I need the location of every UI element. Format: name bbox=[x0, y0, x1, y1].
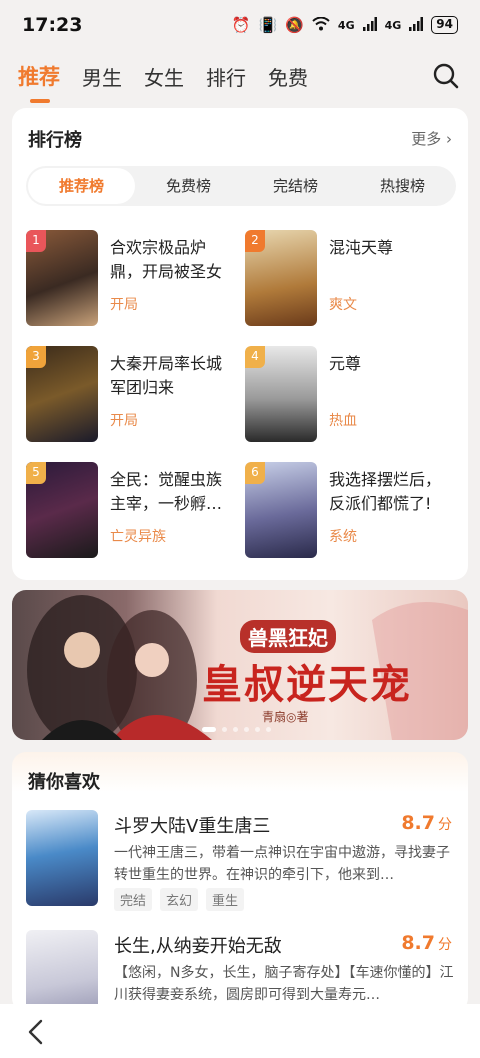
tab-hot-search-list[interactable]: 热搜榜 bbox=[349, 168, 456, 204]
tab-free-list[interactable]: 免费榜 bbox=[135, 168, 242, 204]
status-icons: ⏰ 📳 🔕 4G 4G 94 bbox=[232, 16, 458, 34]
book-title: 大秦开局率长城军团归来 bbox=[110, 354, 223, 397]
book-cover: 5 bbox=[26, 462, 98, 558]
guess-you-like-card: 猜你喜欢 斗罗大陆V重生唐三 8.7 分 一代神王唐三，带着一点神识在宇宙中遨游，… bbox=[12, 752, 468, 1026]
score-unit: 分 bbox=[438, 817, 452, 833]
ranking-card: 排行榜 更多 › 推荐榜 免费榜 完结榜 热搜榜 1 合欢宗极品炉鼎，开局被圣女… bbox=[12, 108, 468, 580]
book-cover: 4 bbox=[245, 346, 317, 442]
rank-badge: 4 bbox=[245, 346, 265, 368]
more-link[interactable]: 更多 › bbox=[411, 128, 452, 149]
rank-badge: 5 bbox=[26, 462, 46, 484]
book-title: 斗罗大陆V重生唐三 bbox=[114, 816, 271, 837]
book-description: 【悠闲，N多女，长生，脑子寄存处】【车速你懂的】江川获得妻妾系统，圆房即可得到大… bbox=[114, 965, 454, 1003]
ranking-book-item[interactable]: 3 大秦开局率长城军团归来 开局 bbox=[26, 346, 236, 446]
battery-indicator: 94 bbox=[431, 16, 458, 34]
book-tag: 系统 bbox=[329, 529, 357, 545]
banner-dot-active bbox=[202, 727, 216, 732]
book-tag: 完结 bbox=[114, 888, 153, 911]
ranking-book-item[interactable]: 1 合欢宗极品炉鼎，开局被圣女俘… 开局 bbox=[26, 230, 236, 330]
wifi-icon bbox=[312, 16, 330, 34]
banner-dot bbox=[266, 727, 271, 732]
book-tag: 亡灵异族 bbox=[110, 529, 166, 545]
book-cover: 3 bbox=[26, 346, 98, 442]
signal-icon bbox=[362, 16, 377, 34]
book-cover: 6 bbox=[245, 462, 317, 558]
book-title: 我选择摆烂后，反派们都慌了! bbox=[329, 470, 442, 513]
book-tag: 开局 bbox=[110, 413, 138, 429]
banner-title: 兽黑狂妃 bbox=[240, 620, 336, 653]
book-title: 元尊 bbox=[329, 354, 362, 373]
ranking-tabs: 推荐榜 免费榜 完结榜 热搜榜 bbox=[26, 166, 456, 206]
ranking-book-item[interactable]: 5 全民：觉醒虫族主宰，一秒孵… 亡灵异族 bbox=[26, 462, 236, 562]
book-title: 合欢宗极品炉鼎，开局被圣女俘… bbox=[110, 238, 223, 281]
chevron-right-icon: › bbox=[446, 130, 452, 148]
banner-author: 青扇◎著 bbox=[262, 710, 309, 724]
book-description: 一代神王唐三，带着一点神识在宇宙中遨游，寻找妻子转世重生的世界。在神识的牵引下，… bbox=[114, 845, 450, 883]
book-tag: 热血 bbox=[329, 413, 357, 429]
book-tags: 完结 玄幻 重生 bbox=[114, 888, 245, 911]
book-score: 8.7 分 bbox=[401, 812, 452, 834]
guess-title: 猜你喜欢 bbox=[28, 772, 100, 793]
rank-badge: 1 bbox=[26, 230, 46, 252]
book-tag: 玄幻 bbox=[160, 888, 199, 911]
vibrate-icon: 📳 bbox=[258, 15, 278, 34]
nav-tab-ranking[interactable]: 排行 bbox=[206, 62, 246, 91]
nav-tab-female[interactable]: 女生 bbox=[144, 62, 184, 91]
book-tag: 重生 bbox=[206, 888, 245, 911]
nav-tab-male[interactable]: 男生 bbox=[82, 62, 122, 91]
ranking-book-item[interactable]: 6 我选择摆烂后，反派们都慌了! 系统 bbox=[245, 462, 455, 562]
top-nav: 推荐 男生 女生 排行 免费 bbox=[0, 52, 480, 103]
tab-finished-list[interactable]: 完结榜 bbox=[242, 168, 349, 204]
promo-banner[interactable]: 兽黑狂妃 皇叔逆天宠 青扇◎著 bbox=[12, 590, 468, 740]
book-title: 全民：觉醒虫族主宰，一秒孵… bbox=[110, 470, 223, 513]
signal-label-1: 4G bbox=[337, 18, 355, 32]
search-icon[interactable] bbox=[432, 62, 460, 90]
book-cover bbox=[26, 810, 98, 906]
book-tag: 开局 bbox=[110, 297, 138, 313]
rank-badge: 3 bbox=[26, 346, 46, 368]
signal-icon-2 bbox=[409, 16, 424, 34]
banner-dot bbox=[255, 727, 260, 732]
banner-pagination bbox=[202, 727, 271, 732]
rank-badge: 2 bbox=[245, 230, 265, 252]
guess-book-item[interactable]: 斗罗大陆V重生唐三 8.7 分 一代神王唐三，带着一点神识在宇宙中遨游，寻找妻子转… bbox=[26, 810, 456, 920]
book-score: 8.7 分 bbox=[401, 932, 452, 954]
book-cover: 2 bbox=[245, 230, 317, 326]
book-title: 长生,从纳妾开始无敌 bbox=[114, 936, 282, 957]
status-time: 17:23 bbox=[22, 14, 83, 36]
signal-label-2: 4G bbox=[384, 18, 402, 32]
book-tag: 爽文 bbox=[329, 297, 357, 313]
score-value: 8.7 bbox=[401, 932, 435, 954]
bottom-bar bbox=[0, 1004, 480, 1058]
nav-tab-free[interactable]: 免费 bbox=[268, 62, 308, 91]
ranking-title: 排行榜 bbox=[28, 130, 82, 151]
book-title: 混沌天尊 bbox=[329, 238, 394, 257]
back-icon[interactable] bbox=[24, 1018, 48, 1046]
mute-icon: 🔕 bbox=[285, 15, 304, 34]
nav-tab-recommend[interactable]: 推荐 bbox=[18, 61, 60, 103]
ranking-book-item[interactable]: 4 元尊 热血 bbox=[245, 346, 455, 446]
banner-dot bbox=[244, 727, 249, 732]
alarm-icon: ⏰ bbox=[231, 15, 251, 34]
status-bar: 17:23 ⏰ 📳 🔕 4G 4G 94 bbox=[0, 0, 480, 50]
rank-badge: 6 bbox=[245, 462, 265, 484]
more-label: 更多 bbox=[411, 130, 442, 148]
tab-recommend-list[interactable]: 推荐榜 bbox=[28, 168, 135, 204]
banner-dot bbox=[222, 727, 227, 732]
score-unit: 分 bbox=[438, 937, 452, 953]
score-value: 8.7 bbox=[401, 812, 435, 834]
ranking-book-item[interactable]: 2 混沌天尊 爽文 bbox=[245, 230, 455, 330]
book-cover: 1 bbox=[26, 230, 98, 326]
banner-dot bbox=[233, 727, 238, 732]
banner-subtitle: 皇叔逆天宠 bbox=[202, 661, 412, 708]
